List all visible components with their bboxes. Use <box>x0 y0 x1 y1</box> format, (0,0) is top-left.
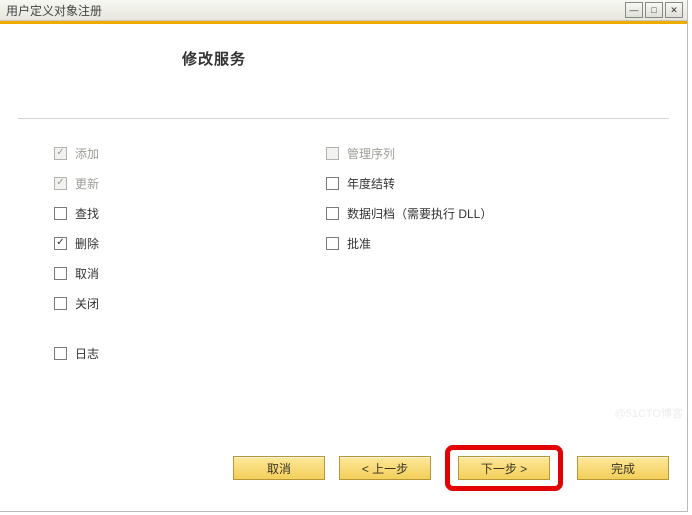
divider <box>18 118 669 119</box>
content-area: ✓ 添加 ✓ 更新 查找 ✓ 删除 取消 关闭 <box>54 138 657 449</box>
checkbox-archive-box[interactable] <box>326 207 339 220</box>
finish-button-label: 完成 <box>611 460 635 477</box>
check-icon: ✓ <box>56 148 64 158</box>
right-column: 管理序列 年度结转 数据归档（需要执行 DLL） 批准 <box>326 138 492 258</box>
checkbox-log[interactable]: 日志 <box>54 338 99 368</box>
checkbox-year-transfer-box[interactable] <box>326 177 339 190</box>
checkbox-cancel-label: 取消 <box>75 265 99 282</box>
check-icon: ✓ <box>56 178 64 188</box>
cancel-button-label: 取消 <box>267 460 291 477</box>
checkbox-approve[interactable]: 批准 <box>326 228 492 258</box>
window-controls: — □ ✕ <box>625 2 683 18</box>
checkbox-log-label: 日志 <box>75 345 99 362</box>
checkbox-cancel[interactable]: 取消 <box>54 258 99 288</box>
back-button[interactable]: < 上一步 <box>339 456 431 480</box>
checkbox-delete-label: 删除 <box>75 235 99 252</box>
next-button-label: 下一步 > <box>481 460 527 477</box>
page-title: 修改服务 <box>182 48 246 69</box>
checkbox-manage-series-box <box>326 147 339 160</box>
maximize-button[interactable]: □ <box>645 2 663 18</box>
checkbox-log-box[interactable] <box>54 347 67 360</box>
checkbox-approve-box[interactable] <box>326 237 339 250</box>
finish-button[interactable]: 完成 <box>577 456 669 480</box>
minimize-button[interactable]: — <box>625 2 643 18</box>
checkbox-cancel-box[interactable] <box>54 267 67 280</box>
checkbox-update-box: ✓ <box>54 177 67 190</box>
checkbox-archive-label: 数据归档（需要执行 DLL） <box>347 205 492 222</box>
checkbox-archive[interactable]: 数据归档（需要执行 DLL） <box>326 198 492 228</box>
check-icon: ✓ <box>56 238 64 248</box>
checkbox-add: ✓ 添加 <box>54 138 99 168</box>
checkbox-close[interactable]: 关闭 <box>54 288 99 318</box>
checkbox-add-box: ✓ <box>54 147 67 160</box>
checkbox-year-transfer-label: 年度结转 <box>347 175 395 192</box>
checkbox-update-label: 更新 <box>75 175 99 192</box>
minimize-icon: — <box>630 5 639 15</box>
checkbox-delete[interactable]: ✓ 删除 <box>54 228 99 258</box>
checkbox-manage-series-label: 管理序列 <box>347 145 395 162</box>
checkbox-update: ✓ 更新 <box>54 168 99 198</box>
checkbox-close-box[interactable] <box>54 297 67 310</box>
maximize-icon: □ <box>651 5 656 15</box>
checkbox-close-label: 关闭 <box>75 295 99 312</box>
accent-line <box>0 21 687 24</box>
left-column: ✓ 添加 ✓ 更新 查找 ✓ 删除 取消 关闭 <box>54 138 99 368</box>
button-bar: 取消 < 上一步 下一步 > 完成 <box>233 445 669 491</box>
checkbox-find-box[interactable] <box>54 207 67 220</box>
checkbox-add-label: 添加 <box>75 145 99 162</box>
checkbox-approve-label: 批准 <box>347 235 371 252</box>
back-button-label: < 上一步 <box>362 460 408 477</box>
close-window-button[interactable]: ✕ <box>665 2 683 18</box>
checkbox-find-label: 查找 <box>75 205 99 222</box>
checkbox-manage-series: 管理序列 <box>326 138 492 168</box>
next-button[interactable]: 下一步 > <box>458 456 550 480</box>
titlebar: 用户定义对象注册 — □ ✕ <box>0 0 687 21</box>
dialog-window: 用户定义对象注册 — □ ✕ 修改服务 ✓ 添加 ✓ 更新 查找 ✓ <box>0 0 688 512</box>
close-icon: ✕ <box>670 5 678 16</box>
window-title: 用户定义对象注册 <box>6 2 102 19</box>
next-button-highlight: 下一步 > <box>445 445 563 491</box>
checkbox-year-transfer[interactable]: 年度结转 <box>326 168 492 198</box>
checkbox-delete-box[interactable]: ✓ <box>54 237 67 250</box>
cancel-button[interactable]: 取消 <box>233 456 325 480</box>
checkbox-find[interactable]: 查找 <box>54 198 99 228</box>
